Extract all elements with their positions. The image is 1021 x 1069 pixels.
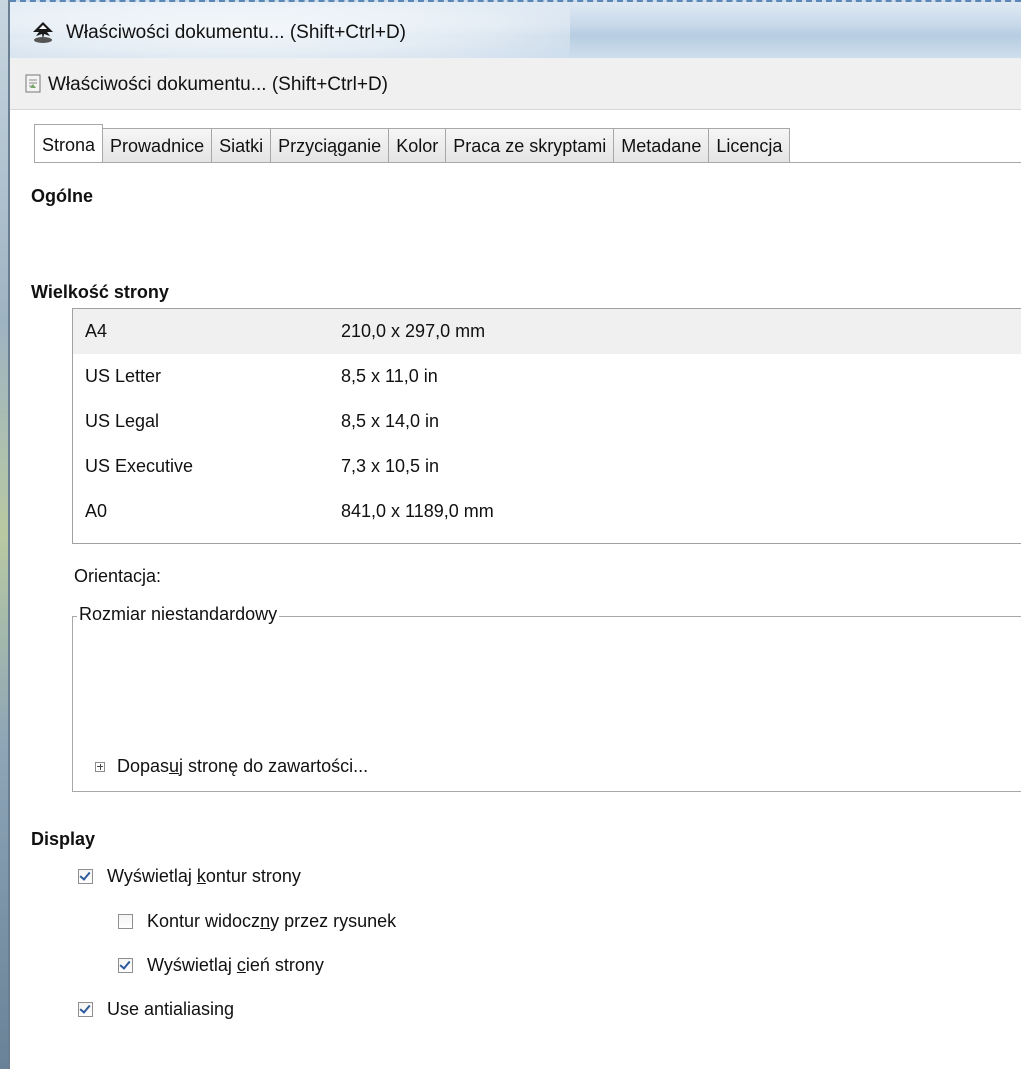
- title-bar[interactable]: Właściwości dokumentu... (Shift+Ctrl+D): [10, 0, 1021, 58]
- show-shadow-label: Wyświetlaj cień strony: [147, 955, 324, 976]
- tab-siatki[interactable]: Siatki: [211, 128, 272, 162]
- show-border-checkbox[interactable]: [78, 869, 93, 884]
- page-size-row[interactable]: US Legal 8,5 x 14,0 in: [73, 399, 1021, 444]
- page-size-row[interactable]: A0 841,0 x 1189,0 mm: [73, 489, 1021, 534]
- orientation-label: Orientacja:: [74, 566, 162, 586]
- dock-panel-header[interactable]: Właściwości dokumentu... (Shift+Ctrl+D): [10, 58, 1021, 110]
- fit-page-expander[interactable]: Dopasuj stronę do zawartości...: [95, 756, 368, 777]
- label-part: y przez rysunek: [270, 911, 397, 931]
- expand-plus-icon[interactable]: [95, 761, 105, 772]
- show-shadow-option[interactable]: Wyświetlaj cień strony: [118, 955, 324, 976]
- tab-strona[interactable]: Strona: [34, 124, 104, 162]
- page-size-row[interactable]: US Letter 8,5 x 11,0 in: [73, 354, 1021, 399]
- document-properties-icon: [25, 74, 41, 93]
- page-size-name: A0: [85, 501, 108, 521]
- tab-metadane[interactable]: Metadane: [613, 128, 710, 162]
- label-part: ień strony: [245, 955, 324, 975]
- fit-page-label: Dopasuj stronę do zawartości...: [117, 756, 368, 777]
- show-shadow-checkbox[interactable]: [118, 958, 133, 973]
- general-heading: Ogólne: [31, 186, 93, 206]
- border-on-top-label: Kontur widoczny przez rysunek: [147, 911, 396, 932]
- antialiasing-checkbox[interactable]: [78, 1002, 93, 1017]
- tab-bar: Strona Prowadnice Siatki Przyciąganie Ko…: [34, 124, 791, 162]
- tab-kolor[interactable]: Kolor: [388, 128, 447, 162]
- label-part: Wyświetlaj: [147, 955, 237, 975]
- label-mnemonic: c: [236, 955, 246, 975]
- display-heading: Display: [31, 829, 96, 849]
- border-on-top-checkbox[interactable]: [118, 914, 133, 929]
- page-size-name: US Letter: [85, 366, 162, 386]
- tab-praca-ze-skryptami[interactable]: Praca ze skryptami: [445, 128, 615, 162]
- antialiasing-label: Use antialiasing: [107, 999, 235, 1019]
- page-size-heading: Wielkość strony: [31, 282, 169, 302]
- label-part: Kontur widocz: [147, 911, 261, 931]
- custom-size-label: Rozmiar niestandardowy: [77, 604, 280, 625]
- fit-page-mnemonic: u: [169, 756, 180, 776]
- page-size-dimensions: 841,0 x 1189,0 mm: [341, 501, 494, 521]
- panel-title: Właściwości dokumentu... (Shift+Ctrl+D): [48, 74, 388, 95]
- page-size-list[interactable]: A4 210,0 x 297,0 mm US Letter 8,5 x 11,0…: [72, 308, 1021, 544]
- label-part: ontur strony: [205, 866, 301, 886]
- window-title: Właściwości dokumentu... (Shift+Ctrl+D): [66, 22, 406, 43]
- page-size-dimensions: 8,5 x 14,0 in: [341, 411, 440, 431]
- page-size-dimensions: 8,5 x 11,0 in: [341, 366, 438, 386]
- tab-divider: [34, 162, 1021, 163]
- label-mnemonic: k: [196, 866, 206, 886]
- page-size-row[interactable]: A4 210,0 x 297,0 mm: [73, 309, 1021, 354]
- label-part: Wyświetlaj: [107, 866, 197, 886]
- tab-prowadnice[interactable]: Prowadnice: [102, 128, 213, 162]
- fit-page-label-part: j stronę do zawartości...: [179, 756, 369, 776]
- fit-page-label-part: Dopas: [117, 756, 170, 776]
- inkscape-logo-icon: [33, 22, 53, 43]
- dialog-window: Właściwości dokumentu... (Shift+Ctrl+D) …: [0, 0, 1021, 1069]
- label-mnemonic: n: [260, 911, 271, 931]
- tab-licencja[interactable]: Licencja: [708, 128, 791, 162]
- page-size-dimensions: 210,0 x 297,0 mm: [341, 321, 486, 341]
- page-size-name: US Executive: [85, 456, 194, 476]
- page-tab-content: Strona Prowadnice Siatki Przyciąganie Ko…: [10, 110, 1021, 1069]
- page-size-row[interactable]: US Executive 7,3 x 10,5 in: [73, 444, 1021, 489]
- page-size-dimensions: 7,3 x 10,5 in: [341, 456, 440, 476]
- antialiasing-option[interactable]: Use antialiasing: [78, 999, 234, 1020]
- page-size-name: US Legal: [85, 411, 160, 431]
- show-border-label: Wyświetlaj kontur strony: [107, 866, 301, 887]
- show-border-option[interactable]: Wyświetlaj kontur strony: [78, 866, 301, 887]
- tab-przyciaganie[interactable]: Przyciąganie: [270, 128, 390, 162]
- desktop-background: [0, 0, 8, 1069]
- custom-size-group: Rozmiar niestandardowy Dopasuj stronę do…: [72, 604, 1021, 792]
- border-on-top-option[interactable]: Kontur widoczny przez rysunek: [118, 911, 396, 932]
- page-size-name: A4: [85, 321, 108, 341]
